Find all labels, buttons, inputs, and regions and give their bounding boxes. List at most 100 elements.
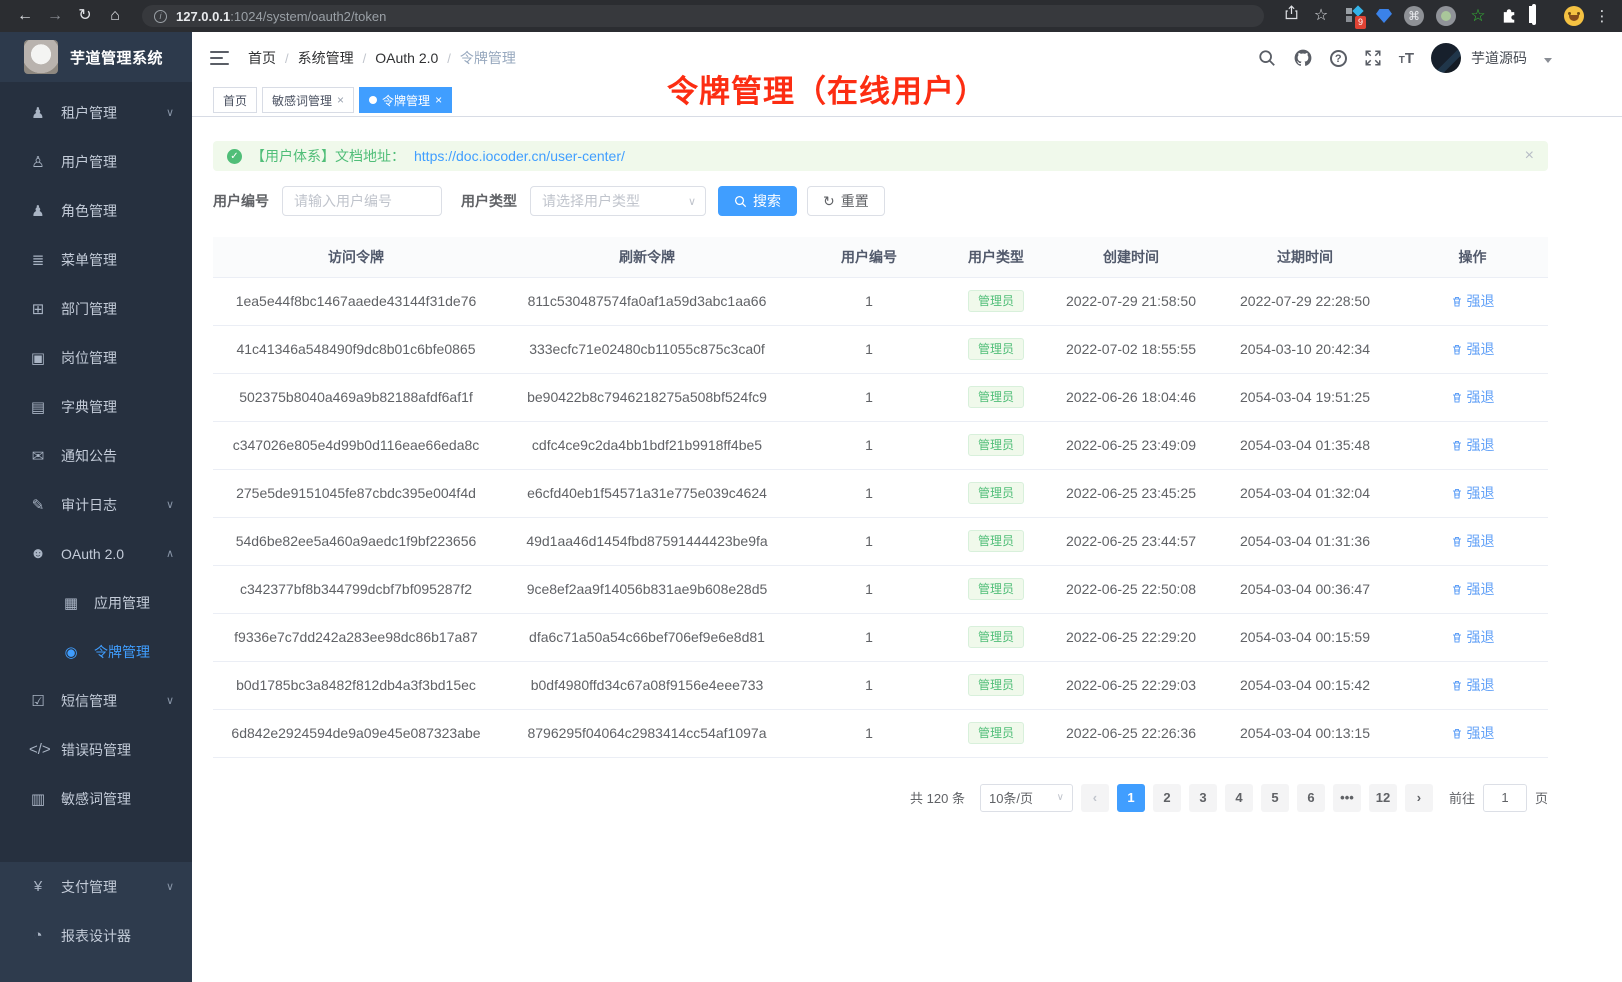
force-logout-button[interactable]: 强退 — [1451, 483, 1495, 503]
emoji-profile-icon[interactable] — [1564, 6, 1584, 26]
share-icon[interactable] — [1278, 0, 1304, 32]
sidebar-item-dept[interactable]: ⊞ 部门管理 — [0, 284, 192, 333]
search-icon[interactable] — [1258, 49, 1276, 67]
github-icon[interactable] — [1293, 48, 1313, 68]
pagination-ellipsis[interactable]: ••• — [1333, 784, 1361, 812]
force-logout-button[interactable]: 强退 — [1451, 531, 1495, 551]
user-type-cell: 管理员 — [943, 325, 1049, 373]
breadcrumb-home[interactable]: 首页 — [248, 48, 276, 68]
info-icon[interactable]: i — [154, 10, 167, 23]
breadcrumb-current: 令牌管理 — [460, 48, 516, 68]
table-row: b0d1785bc3a8482f812db4a3f3bd15ec b0df498… — [213, 661, 1548, 709]
sidebar-item-sensitive-word[interactable]: ▥ 敏感词管理 — [0, 774, 192, 823]
page-button-12[interactable]: 12 — [1369, 784, 1397, 812]
recorder-extension-icon[interactable] — [1436, 6, 1456, 26]
sidebar-item-tenant[interactable]: ♟ 租户管理 ∨ — [0, 88, 192, 137]
page-button-6[interactable]: 6 — [1297, 784, 1325, 812]
puzzle-extensions-icon[interactable] — [1500, 6, 1520, 26]
force-logout-button[interactable]: 强退 — [1451, 579, 1495, 599]
force-logout-button[interactable]: 强退 — [1451, 675, 1495, 695]
sidebar-item-menu[interactable]: ≣ 菜单管理 — [0, 235, 192, 284]
sidebar-collapse-icon[interactable] — [210, 51, 229, 65]
page-jump-input[interactable] — [1483, 784, 1527, 812]
gem-extension-icon[interactable] — [1376, 9, 1392, 23]
browser-menu-icon[interactable]: ⋮ — [1594, 7, 1610, 25]
user-dropdown-caret-icon[interactable] — [1544, 58, 1552, 63]
reload-icon[interactable]: ↻ — [72, 0, 98, 32]
breadcrumb-oauth2[interactable]: OAuth 2.0 — [375, 50, 438, 66]
user-id-cell: 1 — [795, 469, 943, 517]
fullscreen-icon[interactable] — [1364, 49, 1382, 67]
forward-icon[interactable]: → — [42, 0, 68, 32]
tab-close-icon[interactable]: × — [337, 94, 344, 106]
font-size-icon[interactable]: TT — [1399, 50, 1414, 67]
force-logout-button[interactable]: 强退 — [1451, 387, 1495, 407]
expire-time-cell: 2054-03-04 00:13:15 — [1213, 709, 1397, 757]
sidebar-item-post[interactable]: ▣ 岗位管理 — [0, 333, 192, 382]
created-time-cell: 2022-06-25 22:29:03 — [1049, 661, 1213, 709]
page-button-5[interactable]: 5 — [1261, 784, 1289, 812]
sidebar-item-oauth2-token[interactable]: ◉ 令牌管理 — [0, 627, 192, 676]
force-logout-button[interactable]: 强退 — [1451, 723, 1495, 743]
force-logout-button[interactable]: 强退 — [1451, 435, 1495, 455]
page-button-1[interactable]: 1 — [1117, 784, 1145, 812]
action-cell: 强退 — [1397, 517, 1548, 565]
user-type-badge: 管理员 — [968, 674, 1024, 696]
action-cell: 强退 — [1397, 325, 1548, 373]
pagination: 共 120 条 10条/页 ∨ ‹ 123456•••12 › 前往 页 — [213, 784, 1548, 812]
sidebar-item-user[interactable]: ♙ 用户管理 — [0, 137, 192, 186]
prev-page-button[interactable]: ‹ — [1081, 784, 1109, 812]
expire-time-cell: 2054-03-04 00:15:42 — [1213, 661, 1397, 709]
sidebar-item-error-code[interactable]: </> 错误码管理 — [0, 725, 192, 774]
address-bar[interactable]: i 127.0.0.1:1024/system/oauth2/token — [142, 5, 1264, 27]
doc-link[interactable]: https://doc.iocoder.cn/user-center/ — [414, 148, 625, 164]
search-button[interactable]: 搜索 — [718, 186, 797, 216]
force-logout-button[interactable]: 强退 — [1451, 627, 1495, 647]
tab-close-icon[interactable]: × — [435, 94, 442, 106]
split-screen-extension-icon[interactable] — [1532, 6, 1552, 26]
report-designer-icon: ◔ — [29, 927, 47, 944]
app-logo[interactable]: 芋道管理系统 — [0, 32, 192, 82]
sidebar-item-role[interactable]: ♟ 角色管理 — [0, 186, 192, 235]
tab-label: 首页 — [223, 92, 247, 109]
sidebar-item-notice[interactable]: ✉ 通知公告 — [0, 431, 192, 480]
page-button-3[interactable]: 3 — [1189, 784, 1217, 812]
breadcrumb-system[interactable]: 系统管理 — [298, 48, 354, 68]
sidebar-item-audit-log[interactable]: ✎ 审计日志 ∨ — [0, 480, 192, 529]
action-cell: 强退 — [1397, 565, 1548, 613]
sidebar-item-report-designer[interactable]: ◔ 报表设计器 — [0, 911, 192, 960]
user-type-select[interactable]: 请选择用户类型 ∨ — [530, 186, 706, 216]
command-extension-icon[interactable]: ⌘ — [1404, 6, 1424, 26]
xpath-extension-icon[interactable]: ☆ — [1468, 6, 1488, 26]
next-page-button[interactable]: › — [1405, 784, 1433, 812]
reset-button[interactable]: ↻ 重置 — [807, 186, 885, 216]
back-icon[interactable]: ← — [12, 0, 38, 32]
user-type-cell: 管理员 — [943, 565, 1049, 613]
sidebar-item-pay[interactable]: ¥ 支付管理 ∨ — [0, 862, 192, 911]
page-content: ✓ 【用户体系】文档地址： https://doc.iocoder.cn/use… — [192, 117, 1622, 982]
tab-home[interactable]: 首页 — [213, 87, 257, 113]
force-logout-button[interactable]: 强退 — [1451, 339, 1495, 359]
bookmark-star-icon[interactable]: ☆ — [1308, 0, 1334, 32]
sidebar-item-oauth2-app[interactable]: ▦ 应用管理 — [0, 578, 192, 627]
tab-token-management[interactable]: 令牌管理 × — [359, 87, 452, 113]
page-button-4[interactable]: 4 — [1225, 784, 1253, 812]
force-logout-label: 强退 — [1467, 675, 1495, 695]
sidebar-item-dict[interactable]: ▤ 字典管理 — [0, 382, 192, 431]
help-icon[interactable]: ? — [1330, 50, 1347, 67]
table-row: 275e5de9151045fe87cbdc395e004f4d e6cfd40… — [213, 469, 1548, 517]
avatar[interactable] — [1431, 43, 1461, 73]
page-size-select[interactable]: 10条/页 ∨ — [980, 784, 1073, 812]
breadcrumb: 首页 / 系统管理 / OAuth 2.0 / 令牌管理 — [248, 48, 516, 68]
sidebar: 芋道管理系统 ♟ 租户管理 ∨ ♙ 用户管理 ♟ 角色管理 ≣ 菜单管理 ⊞ 部… — [0, 32, 192, 982]
sidebar-item-oauth2[interactable]: ☻ OAuth 2.0 ∧ — [0, 529, 192, 578]
page-button-2[interactable]: 2 — [1153, 784, 1181, 812]
username[interactable]: 芋道源码 — [1471, 48, 1527, 68]
home-icon[interactable]: ⌂ — [102, 0, 128, 32]
pinned-extension-icon[interactable]: 9 — [1344, 6, 1364, 26]
alert-close-icon[interactable]: × — [1525, 147, 1534, 165]
sidebar-item-sms[interactable]: ☑ 短信管理 ∨ — [0, 676, 192, 725]
force-logout-button[interactable]: 强退 — [1451, 291, 1495, 311]
user-id-input[interactable] — [282, 186, 442, 216]
tab-sensitive-words[interactable]: 敏感词管理 × — [262, 87, 354, 113]
